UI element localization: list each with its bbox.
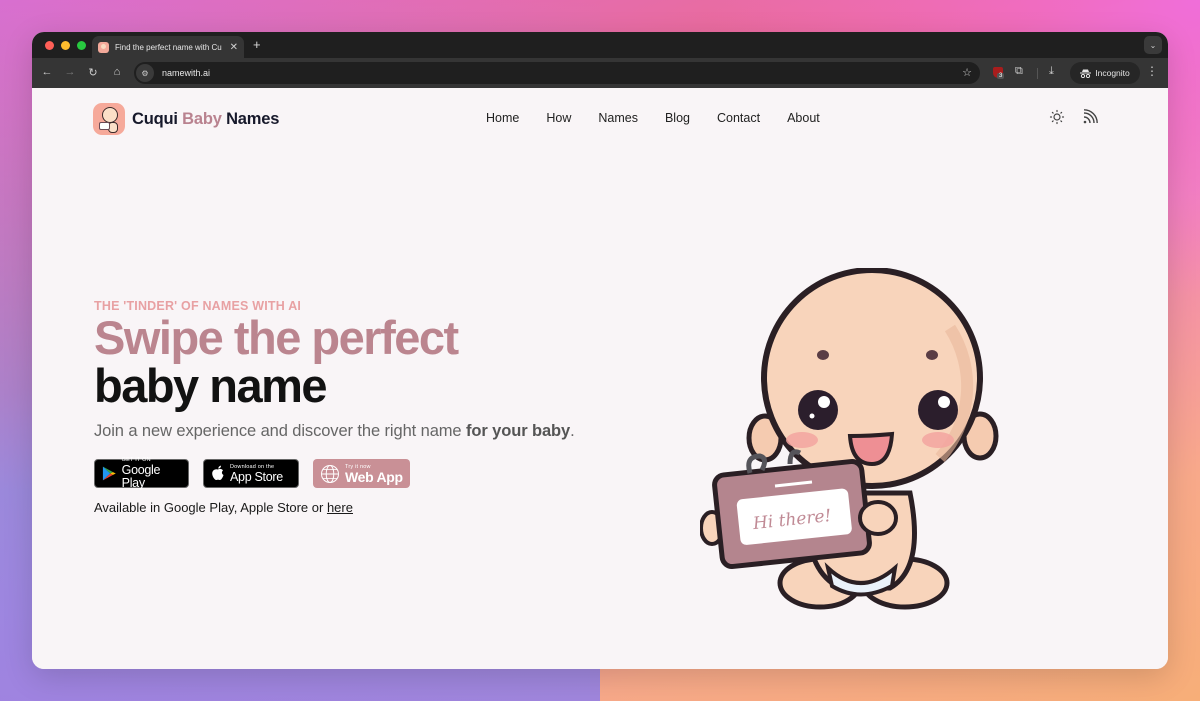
close-window-button[interactable] (45, 41, 54, 50)
nav-contact[interactable]: Contact (717, 111, 760, 125)
apple-icon (212, 465, 224, 481)
tab-favicon-icon (98, 41, 109, 53)
web-page: Cuqui Baby Names Home How Names Blog Con… (32, 88, 1168, 669)
nav-how[interactable]: How (546, 111, 571, 125)
hero-subtitle: Join a new experience and discover the r… (94, 422, 575, 440)
maximize-window-button[interactable] (77, 41, 86, 50)
incognito-icon (1080, 69, 1092, 78)
back-arrow-icon[interactable]: ← (40, 66, 54, 78)
url-text[interactable]: namewith.ai (162, 68, 210, 78)
address-bar[interactable]: ⚙ namewith.ai ☆ (134, 62, 980, 84)
reload-icon[interactable]: ↻ (86, 66, 100, 79)
toolbar-divider (1037, 68, 1038, 79)
incognito-label: Incognito (1095, 68, 1130, 78)
globe-icon (321, 464, 339, 483)
hero-section: THE 'TINDER' OF NAMES WITH AI Swipe the … (94, 299, 575, 515)
browser-toolbar: ← → ↻ ⌂ ⚙ namewith.ai ☆ 3 ⧉ ⤓ Incognito … (32, 58, 1168, 88)
nav-home[interactable]: Home (486, 111, 519, 125)
tab-search-dropdown-icon[interactable]: ⌄ (1144, 36, 1162, 54)
sun-theme-toggle-icon[interactable] (1049, 109, 1065, 125)
extension-badge: 3 (997, 73, 1005, 79)
download-icon[interactable]: ⤓ (1049, 65, 1054, 78)
tab-title: Find the perfect name with Cu (115, 42, 222, 52)
browser-menu-icon[interactable]: ⋮ (1146, 64, 1158, 78)
forward-arrow-icon[interactable]: → (63, 66, 77, 78)
window-controls (45, 41, 86, 50)
baby-holding-sign-illustration: Hi there! (700, 268, 999, 610)
tab-close-icon[interactable]: ✕ (230, 42, 238, 53)
hero-headline: Swipe the perfect baby name (94, 314, 575, 410)
app-store-button[interactable]: Download on the App Store (203, 459, 299, 488)
site-name: Cuqui Baby Names (132, 109, 280, 128)
nav-blog[interactable]: Blog (665, 111, 690, 125)
new-tab-button[interactable]: + (253, 37, 261, 52)
headline-line-1: Swipe the perfect (94, 311, 459, 364)
incognito-indicator[interactable]: Incognito (1070, 62, 1140, 84)
extensions-puzzle-icon[interactable]: ⧉ (1015, 65, 1023, 78)
home-icon[interactable]: ⌂ (110, 66, 124, 78)
rss-feed-icon[interactable] (1082, 109, 1098, 125)
nav-about[interactable]: About (787, 111, 820, 125)
google-play-button[interactable]: GET IT ON Google Play (94, 457, 189, 490)
here-link[interactable]: here (327, 500, 353, 515)
google-play-icon (102, 466, 116, 481)
site-logo[interactable]: Cuqui Baby Names (93, 103, 279, 135)
minimize-window-button[interactable] (61, 41, 70, 50)
baby-logo-icon (93, 103, 125, 135)
bookmark-star-icon[interactable]: ☆ (962, 66, 972, 79)
site-info-icon[interactable]: ⚙ (136, 64, 154, 82)
browser-tab-active[interactable]: Find the perfect name with Cu ✕ (92, 36, 244, 58)
browser-window: Find the perfect name with Cu ✕ + ⌄ ← → … (32, 32, 1168, 669)
site-header: Cuqui Baby Names Home How Names Blog Con… (32, 88, 1168, 150)
availability-text: Available in Google Play, Apple Store or… (94, 500, 353, 515)
nav-names[interactable]: Names (598, 111, 638, 125)
tab-strip: Find the perfect name with Cu ✕ + ⌄ (32, 32, 1168, 58)
store-buttons: GET IT ON Google Play Download on the App … (94, 457, 575, 490)
headline-line-2: baby name (94, 359, 328, 412)
web-app-button[interactable]: Try it now Web App (313, 459, 410, 488)
main-nav: Home How Names Blog Contact About (486, 111, 847, 125)
